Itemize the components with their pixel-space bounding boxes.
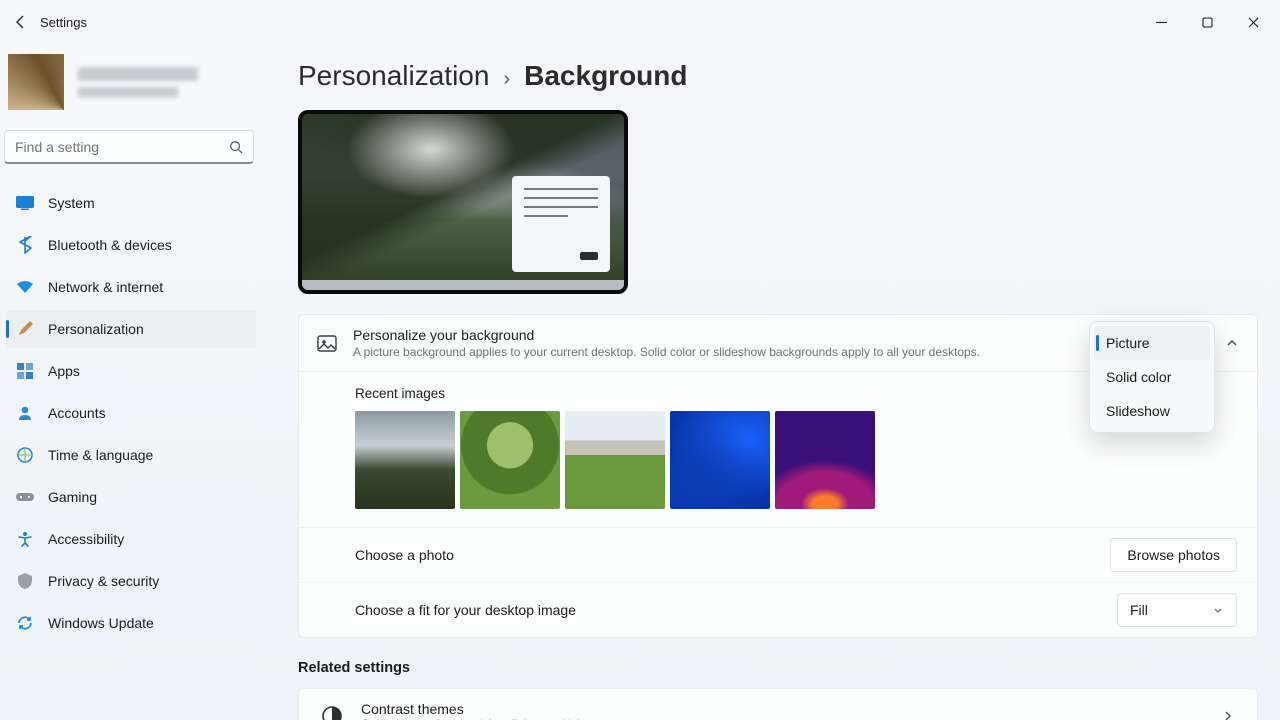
recent-image-thumb[interactable]	[355, 411, 455, 509]
close-button[interactable]	[1230, 6, 1276, 38]
apps-icon	[16, 362, 34, 380]
sidebar-item-label: Network & internet	[48, 279, 163, 295]
breadcrumb-parent[interactable]: Personalization	[298, 60, 489, 92]
sidebar-item-system[interactable]: System	[6, 184, 256, 222]
main-content: Personalization › Background Personalize…	[268, 44, 1280, 720]
related-settings: Related settings Contrast themes Color t…	[298, 660, 1258, 720]
minimize-icon	[1156, 17, 1167, 28]
breadcrumb: Personalization › Background	[298, 60, 1258, 92]
personalize-row[interactable]: Personalize your background A picture ba…	[299, 315, 1257, 372]
back-button[interactable]	[4, 5, 38, 39]
preview-window-mock	[512, 176, 610, 272]
recent-image-thumb[interactable]	[460, 411, 560, 509]
sidebar-item-privacy[interactable]: Privacy & security	[6, 562, 256, 600]
bluetooth-icon	[16, 236, 34, 254]
recent-image-thumb[interactable]	[775, 411, 875, 509]
minimize-button[interactable]	[1138, 6, 1184, 38]
nav-list: System Bluetooth & devices Network & int…	[0, 178, 262, 648]
sidebar-item-update[interactable]: Windows Update	[6, 604, 256, 642]
sidebar-item-label: Privacy & security	[48, 573, 159, 589]
personalize-title: Personalize your background	[353, 327, 980, 343]
sidebar-item-accounts[interactable]: Accounts	[6, 394, 256, 432]
sidebar-item-label: Windows Update	[48, 615, 154, 631]
background-panel: Personalize your background A picture ba…	[298, 314, 1258, 638]
update-icon	[16, 614, 34, 632]
sidebar-item-network[interactable]: Network & internet	[6, 268, 256, 306]
close-icon	[1248, 17, 1259, 28]
user-name-redacted	[78, 67, 198, 97]
search-input[interactable]	[4, 130, 254, 164]
chevron-right-icon: ›	[503, 68, 510, 91]
picture-icon	[317, 334, 337, 354]
sidebar-item-accessibility[interactable]: Accessibility	[6, 520, 256, 558]
globe-clock-icon	[16, 446, 34, 464]
sidebar-item-gaming[interactable]: Gaming	[6, 478, 256, 516]
choose-fit-row: Choose a fit for your desktop image Fill	[299, 582, 1257, 637]
related-heading: Related settings	[298, 660, 1258, 676]
shield-icon	[16, 572, 34, 590]
choose-photo-label: Choose a photo	[355, 547, 454, 563]
arrow-left-icon	[13, 14, 29, 30]
app-title: Settings	[40, 15, 87, 30]
dropdown-option-picture[interactable]: Picture	[1094, 326, 1210, 360]
paintbrush-icon	[16, 320, 34, 338]
recent-image-thumb[interactable]	[670, 411, 770, 509]
dropdown-option-slideshow[interactable]: Slideshow	[1094, 394, 1210, 428]
sidebar-item-label: Personalization	[48, 321, 144, 337]
sidebar-item-personalization[interactable]: Personalization	[6, 310, 256, 348]
sidebar-item-label: System	[48, 195, 95, 211]
monitor-icon	[16, 194, 34, 212]
search-field[interactable]	[15, 139, 229, 155]
recent-image-thumb[interactable]	[565, 411, 665, 509]
maximize-icon	[1202, 17, 1213, 28]
avatar	[8, 54, 64, 110]
desktop-preview	[298, 110, 628, 294]
contrast-icon	[321, 705, 343, 720]
sidebar-item-time[interactable]: Time & language	[6, 436, 256, 474]
window-controls	[1138, 6, 1276, 38]
sidebar-item-label: Time & language	[48, 447, 153, 463]
chevron-down-icon	[1212, 604, 1224, 616]
preview-taskbar	[302, 280, 624, 290]
chevron-right-icon	[1221, 709, 1235, 720]
sidebar-item-bluetooth[interactable]: Bluetooth & devices	[6, 226, 256, 264]
accessibility-icon	[16, 530, 34, 548]
sidebar-item-label: Apps	[48, 363, 80, 379]
wifi-icon	[16, 278, 34, 296]
dropdown-option-solid-color[interactable]: Solid color	[1094, 360, 1210, 394]
sidebar-item-label: Accounts	[48, 405, 106, 421]
sidebar-item-apps[interactable]: Apps	[6, 352, 256, 390]
titlebar: Settings	[0, 0, 1280, 44]
search-icon	[229, 140, 243, 154]
maximize-button[interactable]	[1184, 6, 1230, 38]
chevron-up-icon	[1225, 336, 1239, 350]
sidebar-item-label: Bluetooth & devices	[48, 237, 172, 253]
browse-photos-button[interactable]: Browse photos	[1110, 538, 1237, 572]
contrast-title: Contrast themes	[361, 701, 589, 717]
choose-fit-label: Choose a fit for your desktop image	[355, 602, 576, 618]
user-block[interactable]	[0, 44, 262, 130]
sidebar-item-label: Accessibility	[48, 531, 124, 547]
personalize-subtitle: A picture background applies to your cur…	[353, 345, 980, 359]
contrast-themes-item[interactable]: Contrast themes Color themes for low vis…	[298, 688, 1258, 720]
fit-select[interactable]: Fill	[1117, 593, 1237, 627]
page-title: Background	[524, 60, 687, 92]
gamepad-icon	[16, 488, 34, 506]
choose-photo-row: Choose a photo Browse photos	[299, 527, 1257, 582]
sidebar: System Bluetooth & devices Network & int…	[0, 44, 268, 720]
sidebar-item-label: Gaming	[48, 489, 97, 505]
background-type-dropdown[interactable]: Picture Solid color Slideshow	[1089, 321, 1215, 433]
person-icon	[16, 404, 34, 422]
